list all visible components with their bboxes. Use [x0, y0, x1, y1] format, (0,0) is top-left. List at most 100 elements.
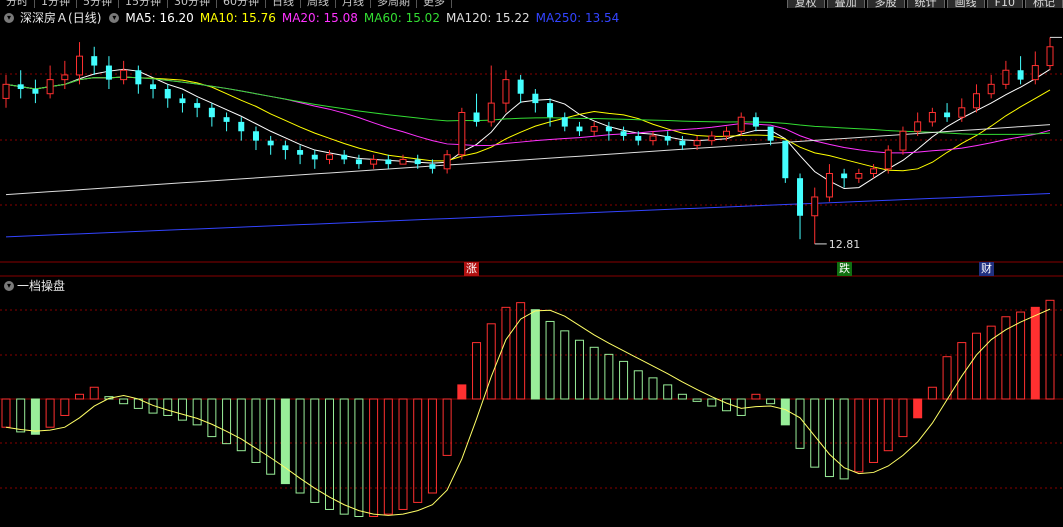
candle-body-up [1002, 69, 1010, 85]
period-tab-3[interactable]: 15分钟 [119, 0, 168, 8]
candle-body-down [473, 112, 480, 122]
candle-body-down [429, 164, 436, 169]
oscillator-bar [869, 398, 879, 463]
oscillator-bar [486, 323, 496, 400]
period-tab-7[interactable]: 周线 [301, 0, 336, 8]
oscillator-bar [560, 330, 570, 400]
candle-body-up [825, 173, 833, 198]
oscillator-bar [648, 377, 658, 400]
moving-average-lines [5, 68, 1051, 238]
period-tab-0[interactable]: 分时 [0, 0, 35, 8]
period-tab-4[interactable]: 30分钟 [168, 0, 217, 8]
candle-body-up [811, 196, 819, 217]
oscillator-bar [383, 398, 393, 515]
oscillator-bar [927, 386, 937, 400]
kline-chart-canvas[interactable]: 17.1112.81 [0, 0, 1063, 527]
candle-body-down [561, 117, 568, 127]
oscillator-bar [1045, 299, 1055, 400]
oscillator-bar [545, 320, 555, 400]
oscillator-bar [751, 393, 761, 400]
candle-body-up [914, 121, 922, 132]
candle-body-down [620, 131, 627, 136]
candle-body-down [385, 159, 392, 165]
indicator-title: 一档操盘 [17, 279, 66, 293]
ma-legend-item: MA5: 16.20 [125, 11, 194, 25]
candle-body-down [238, 121, 245, 132]
settings-toggle-icon[interactable]: ▾ [109, 13, 120, 23]
candle-body-down [532, 93, 539, 104]
toolbar-button-5[interactable]: F10 [986, 0, 1023, 8]
oscillator-bar [222, 398, 232, 445]
period-tab-1[interactable]: 1分钟 [35, 0, 77, 8]
event-marker[interactable]: 涨 [464, 262, 479, 276]
toolbar-button-2[interactable]: 多股 [866, 0, 905, 8]
candle-body-up [76, 55, 84, 76]
candle-body-up [884, 149, 892, 170]
toolbar-button-3[interactable]: 统计 [906, 0, 945, 8]
ma-legend-item: MA20: 15.08 [281, 11, 358, 25]
oscillator-bar [163, 398, 173, 416]
candle-body-up [708, 135, 716, 142]
candle-body-up [61, 74, 69, 81]
oscillator-bar [398, 398, 408, 510]
candle-body-down [252, 131, 259, 141]
oscillator-bar [957, 342, 967, 400]
ma60-line [5, 76, 1051, 135]
period-tab-6[interactable]: 日线 [266, 0, 301, 8]
collapse-toggle-icon[interactable]: ▾ [4, 13, 14, 23]
oscillator-bar [472, 342, 482, 400]
candle-body-down [414, 159, 421, 165]
period-tab-10[interactable]: 更多 [417, 0, 452, 8]
indicator-toggle-icon[interactable]: ▾ [4, 281, 14, 291]
oscillator-bar [530, 309, 540, 400]
period-tab-5[interactable]: 60分钟 [217, 0, 266, 8]
candle-body-up [325, 154, 333, 160]
candle-body-up [987, 83, 995, 95]
candle-body-down [664, 135, 671, 141]
event-marker[interactable]: 财 [979, 262, 994, 276]
candle-body-up [370, 158, 378, 165]
candle-body-down [341, 154, 348, 160]
oscillator-bar [898, 398, 908, 438]
ma120-line [5, 124, 1051, 196]
ma-legend: ▾ 深深房Ａ(日线) ▾ MA5: 16.20 MA10: 15.76 MA20: 15.… [2, 9, 631, 25]
oscillator-bar [619, 360, 629, 400]
oscillator-bar [119, 398, 129, 405]
candle-body-down [311, 154, 318, 160]
candle-body-up [737, 116, 745, 132]
candle-body-up [1046, 46, 1054, 67]
oscillator-bar [1016, 311, 1026, 400]
candle-body-up [443, 154, 451, 170]
candle-body-down [605, 126, 612, 132]
ma-legend-item: MA10: 15.76 [199, 11, 276, 25]
period-tab-2[interactable]: 5分钟 [77, 0, 119, 8]
toolbar-button-0[interactable]: 复权 [786, 0, 825, 8]
oscillator-bar [266, 398, 276, 475]
toolbar-button-6[interactable]: 标记 [1025, 0, 1063, 8]
oscillator-bar [780, 398, 790, 426]
event-marker[interactable]: 跌 [837, 262, 852, 276]
oscillator-bar [324, 398, 334, 510]
candle-body-up [590, 126, 598, 132]
candle-body-down [208, 107, 215, 118]
toolbar-button-4[interactable]: 画线 [946, 0, 985, 8]
oscillator-bar [30, 398, 40, 435]
low-price-label: 12.81 [829, 238, 861, 251]
candle-body-down [105, 65, 112, 80]
period-tab-8[interactable]: 月线 [336, 0, 371, 8]
period-tab-9[interactable]: 多周期 [371, 0, 417, 8]
candle-body-up [928, 111, 936, 123]
ma10-line [5, 76, 1051, 172]
stock-name: 深深房Ａ [20, 11, 69, 25]
oscillator-bars [1, 299, 1055, 517]
oscillator-bar [207, 398, 217, 438]
oscillator-bar [89, 386, 99, 400]
period-toolbar: 分时 1分钟 5分钟 15分钟 30分钟 60分钟 日线 周线 月线 多周期 更多 复权 叠加 多股 统计… [0, 0, 1063, 8]
candle-body-down [297, 150, 304, 155]
oscillator-bar [339, 398, 349, 515]
oscillator-bar [707, 398, 717, 407]
oscillator-bar [75, 393, 85, 400]
toolbar-button-1[interactable]: 叠加 [826, 0, 865, 8]
ma-legend-item: MA120: 15.22 [445, 11, 530, 25]
candle-body-up [723, 130, 731, 137]
